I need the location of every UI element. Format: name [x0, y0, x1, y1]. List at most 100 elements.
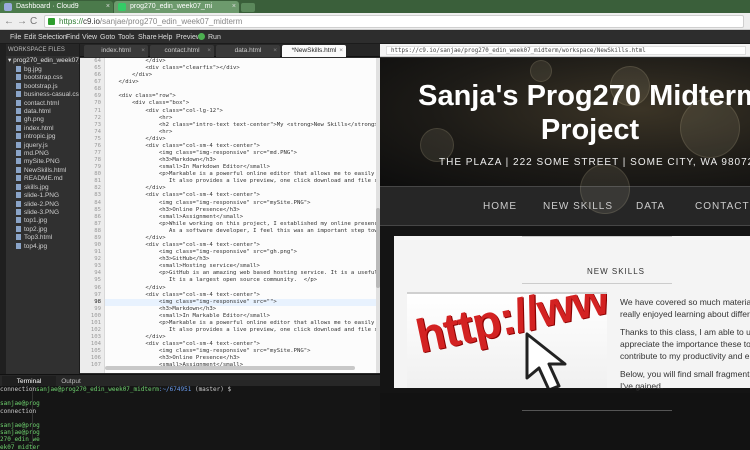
file-item[interactable]: Top3.html — [6, 234, 79, 242]
file-item[interactable]: skills.jpg — [6, 183, 79, 192]
code-line[interactable]: <div class="col-sm-4 text-center"> — [105, 292, 376, 299]
code-line[interactable]: <div class="box"> — [105, 100, 376, 107]
file-item[interactable]: top1.jpg — [6, 217, 79, 225]
code-line[interactable]: <img class="img-responsive" src="md.PNG"… — [105, 150, 376, 157]
code-line[interactable]: <div class="col-sm-4 text-center"> — [105, 192, 376, 199]
code-line[interactable]: <div class="row"> — [105, 93, 376, 100]
code-line[interactable]: It is a largest open source community. <… — [105, 277, 376, 284]
code-line[interactable]: <h3>GitHub</h3> — [105, 256, 376, 263]
code-line[interactable]: </div> — [105, 72, 376, 79]
code-line[interactable]: <img class="img-responsive" src="mySite.… — [105, 200, 376, 207]
code-line[interactable]: <hr> — [105, 129, 376, 136]
file-item[interactable]: intropic.jpg — [6, 133, 79, 141]
browser-tab-dashboard[interactable]: Dashboard · Cloud9 × — [0, 1, 113, 13]
file-item[interactable]: md.PNG — [6, 150, 79, 158]
file-item[interactable]: business-casual.css — [6, 91, 79, 99]
editor-tab-data[interactable]: data.html × — [216, 45, 280, 57]
nav-home[interactable]: HOME — [483, 201, 517, 212]
forward-button[interactable]: → — [17, 16, 27, 27]
file-item[interactable]: NewSkills.html — [6, 166, 79, 175]
back-button[interactable]: ← — [4, 16, 14, 27]
close-tab-icon[interactable]: × — [232, 1, 236, 12]
menu-find[interactable]: Find — [66, 32, 80, 43]
file-item[interactable]: mySite.PNG — [6, 158, 79, 166]
file-item[interactable]: contact.html — [6, 99, 79, 108]
code-line[interactable]: </div> — [105, 334, 376, 341]
code-line[interactable]: </div> — [105, 235, 376, 242]
code-line[interactable]: <img class="img-responsive" src="mySite.… — [105, 348, 376, 355]
nav-data[interactable]: DATA — [636, 201, 665, 212]
close-tab-icon[interactable]: × — [141, 45, 145, 56]
file-item[interactable]: slide-3.PNG — [6, 208, 79, 217]
menu-goto[interactable]: Goto — [100, 32, 115, 43]
close-tab-icon[interactable]: × — [207, 45, 211, 56]
code-line[interactable]: <div class="clearfix"></div> — [105, 65, 376, 72]
code-line[interactable]: </div> — [105, 285, 376, 292]
preview-url-field[interactable]: https://c9.io/sanjae/prog270_edin_week07… — [386, 46, 746, 55]
code-line[interactable]: <small>In Markdown Editor</small> — [105, 164, 376, 171]
reload-button[interactable]: C — [30, 16, 37, 27]
code-line[interactable]: <hr> — [105, 115, 376, 122]
file-item[interactable]: bg.jpg — [6, 66, 79, 74]
address-bar[interactable]: https://c9.io/sanjae/prog270_edin_week07… — [44, 15, 744, 28]
editor-horizontal-scrollbar[interactable] — [105, 366, 355, 370]
new-tab-button[interactable] — [241, 3, 255, 12]
menu-file[interactable]: File — [10, 32, 21, 43]
code-line[interactable]: <div class="col-lg-12"> — [105, 108, 376, 115]
file-item[interactable]: top2.jpg — [6, 225, 79, 234]
code-line[interactable]: It also provides a live preview, one cli… — [105, 327, 376, 334]
code-line[interactable]: <h2 class="intro-text text-center">My <s… — [105, 122, 376, 129]
code-line[interactable]: <div class="col-sm-4 text-center"> — [105, 242, 376, 249]
code-line[interactable]: <h3>Online Presence</h3> — [105, 207, 376, 214]
code-line[interactable]: <small>In Markable Editor</small> — [105, 313, 376, 320]
code-line[interactable]: <p>Markable is a powerful online editor … — [105, 320, 376, 327]
file-item[interactable]: gh.png — [6, 116, 79, 124]
run-button[interactable]: Run — [198, 32, 221, 43]
menu-view[interactable]: View — [82, 32, 97, 43]
code-line[interactable]: </div> — [105, 58, 376, 65]
menu-tools[interactable]: Tools — [118, 32, 134, 43]
editor-tab-newskills[interactable]: *NewSkills.html × — [282, 45, 346, 57]
file-item[interactable]: jquery.js — [6, 141, 79, 150]
code-line[interactable]: <div class="col-sm-4 text-center"> — [105, 341, 376, 348]
editor-tab-index[interactable]: index.html × — [84, 45, 148, 57]
code-line[interactable]: As a software developer, I feel this was… — [105, 228, 376, 235]
close-tab-icon[interactable]: × — [273, 45, 277, 56]
code-line[interactable] — [105, 86, 376, 93]
code-line[interactable]: <small>Hosting service</small> — [105, 263, 376, 270]
file-item[interactable]: bootstrap.css — [6, 74, 79, 82]
editor-tab-contact[interactable]: contact.html × — [150, 45, 214, 57]
code-line[interactable]: </div> — [105, 79, 376, 86]
code-line[interactable]: <small>Assignment</small> — [105, 214, 376, 221]
code-line[interactable]: <p>Markable is a powerful online editor … — [105, 171, 376, 178]
root-folder[interactable]: ▾ prog270_edin_week07_midterm — [6, 56, 79, 66]
code-editor[interactable]: </div> <div class="clearfix"></div> </di… — [105, 58, 376, 373]
workspace-files-header[interactable]: WORKSPACE FILES — [6, 44, 79, 56]
menu-selection[interactable]: Selection — [38, 32, 67, 43]
code-line[interactable]: <h3>Markdown</h3> — [105, 157, 376, 164]
menu-help[interactable]: Help — [158, 32, 172, 43]
browser-tab-workspace[interactable]: prog270_edin_week07_mi × — [114, 1, 239, 13]
code-line[interactable]: </div> — [105, 136, 376, 143]
file-item[interactable]: data.html — [6, 108, 79, 116]
file-item[interactable]: index.html — [6, 124, 79, 133]
code-line[interactable]: <h3>Markdown</h3> — [105, 306, 376, 313]
file-item[interactable]: bootstrap.js — [6, 82, 79, 91]
code-line[interactable]: </div> — [105, 185, 376, 192]
menu-edit[interactable]: Edit — [24, 32, 36, 43]
nav-new-skills[interactable]: NEW SKILLS — [543, 201, 613, 212]
close-tab-icon[interactable]: × — [106, 1, 110, 12]
code-line[interactable]: <img class="img-responsive" src=""> — [105, 298, 376, 306]
file-item[interactable]: slide-2.PNG — [6, 200, 79, 209]
code-line[interactable]: <h3>Online Presence</h3> — [105, 355, 376, 362]
code-line[interactable]: <p>While working on this project, I esta… — [105, 221, 376, 228]
nav-contact[interactable]: CONTACT — [695, 201, 750, 212]
code-line[interactable]: <p>GitHub is an amazing web based hostin… — [105, 270, 376, 277]
file-item[interactable]: README.md — [6, 175, 79, 183]
file-item[interactable]: top4.jpg — [6, 242, 79, 251]
code-line[interactable]: <div class="col-sm-4 text-center"> — [105, 143, 376, 150]
code-line[interactable]: It also provides a live preview, one cli… — [105, 178, 376, 185]
code-line[interactable]: <img class="img-responsive" src="gh.png"… — [105, 249, 376, 256]
close-tab-icon[interactable]: × — [339, 45, 343, 56]
menu-share[interactable]: Share — [138, 32, 157, 43]
